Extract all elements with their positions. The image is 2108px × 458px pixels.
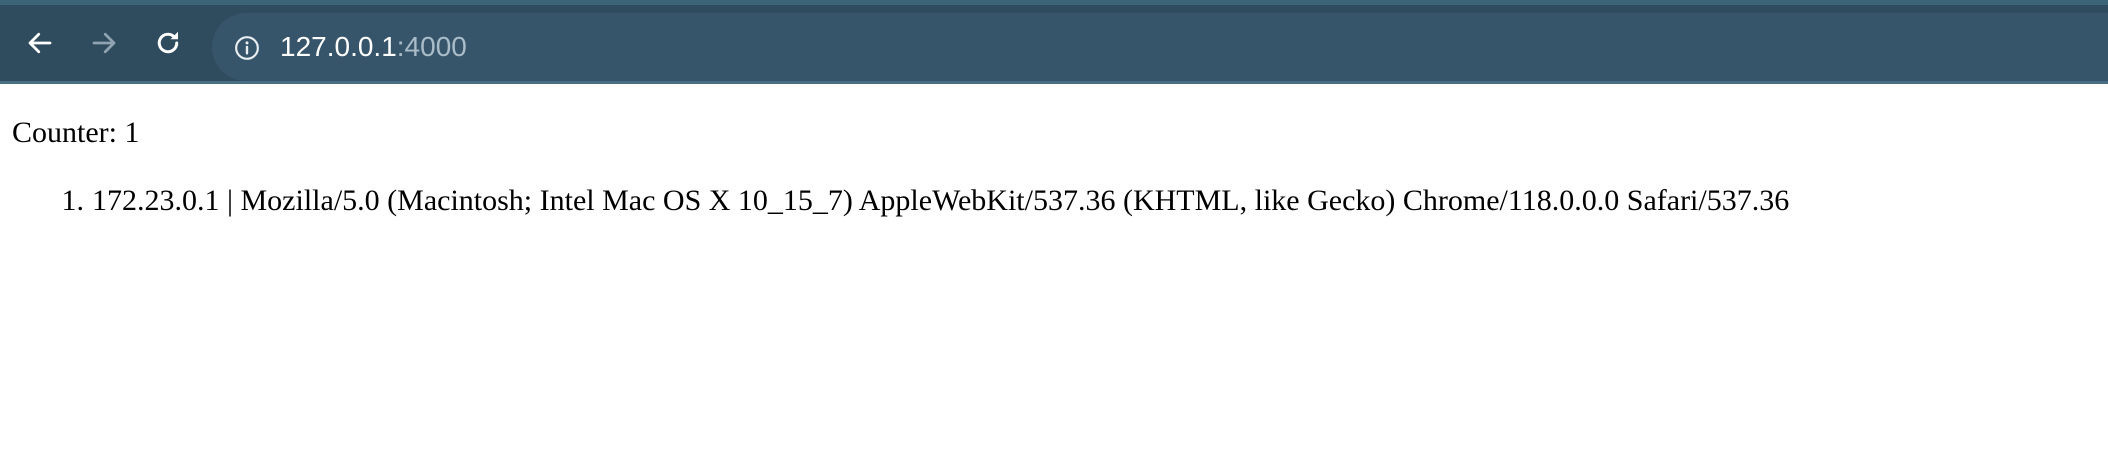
url-text[interactable]: 127.0.0.1:4000 — [280, 13, 467, 81]
back-button[interactable] — [12, 15, 68, 71]
info-icon[interactable] — [234, 35, 260, 61]
counter-text: Counter: 1 — [12, 116, 140, 149]
url-port: :4000 — [396, 31, 467, 62]
browser-toolbar: 127.0.0.1:4000 — [0, 0, 2108, 84]
forward-button[interactable] — [76, 15, 132, 71]
reload-button[interactable] — [140, 15, 196, 71]
list-item-text: 172.23.0.1 | Mozilla/5.0 (Macintosh; Int… — [92, 184, 1790, 217]
page-content: Counter: 1 1. 172.23.0.1 | Mozilla/5.0 (… — [0, 84, 2108, 458]
url-host: 127.0.0.1 — [280, 31, 397, 62]
visit-list: 1. 172.23.0.1 | Mozilla/5.0 (Macintosh; … — [0, 184, 1790, 218]
arrow-right-icon — [92, 32, 116, 54]
reload-icon — [157, 31, 179, 54]
address-bar[interactable]: 127.0.0.1:4000 — [212, 13, 2108, 81]
list-item-number: 1. — [61, 184, 85, 217]
arrow-left-icon — [28, 32, 52, 54]
list-item: 1. 172.23.0.1 | Mozilla/5.0 (Macintosh; … — [0, 184, 1790, 218]
